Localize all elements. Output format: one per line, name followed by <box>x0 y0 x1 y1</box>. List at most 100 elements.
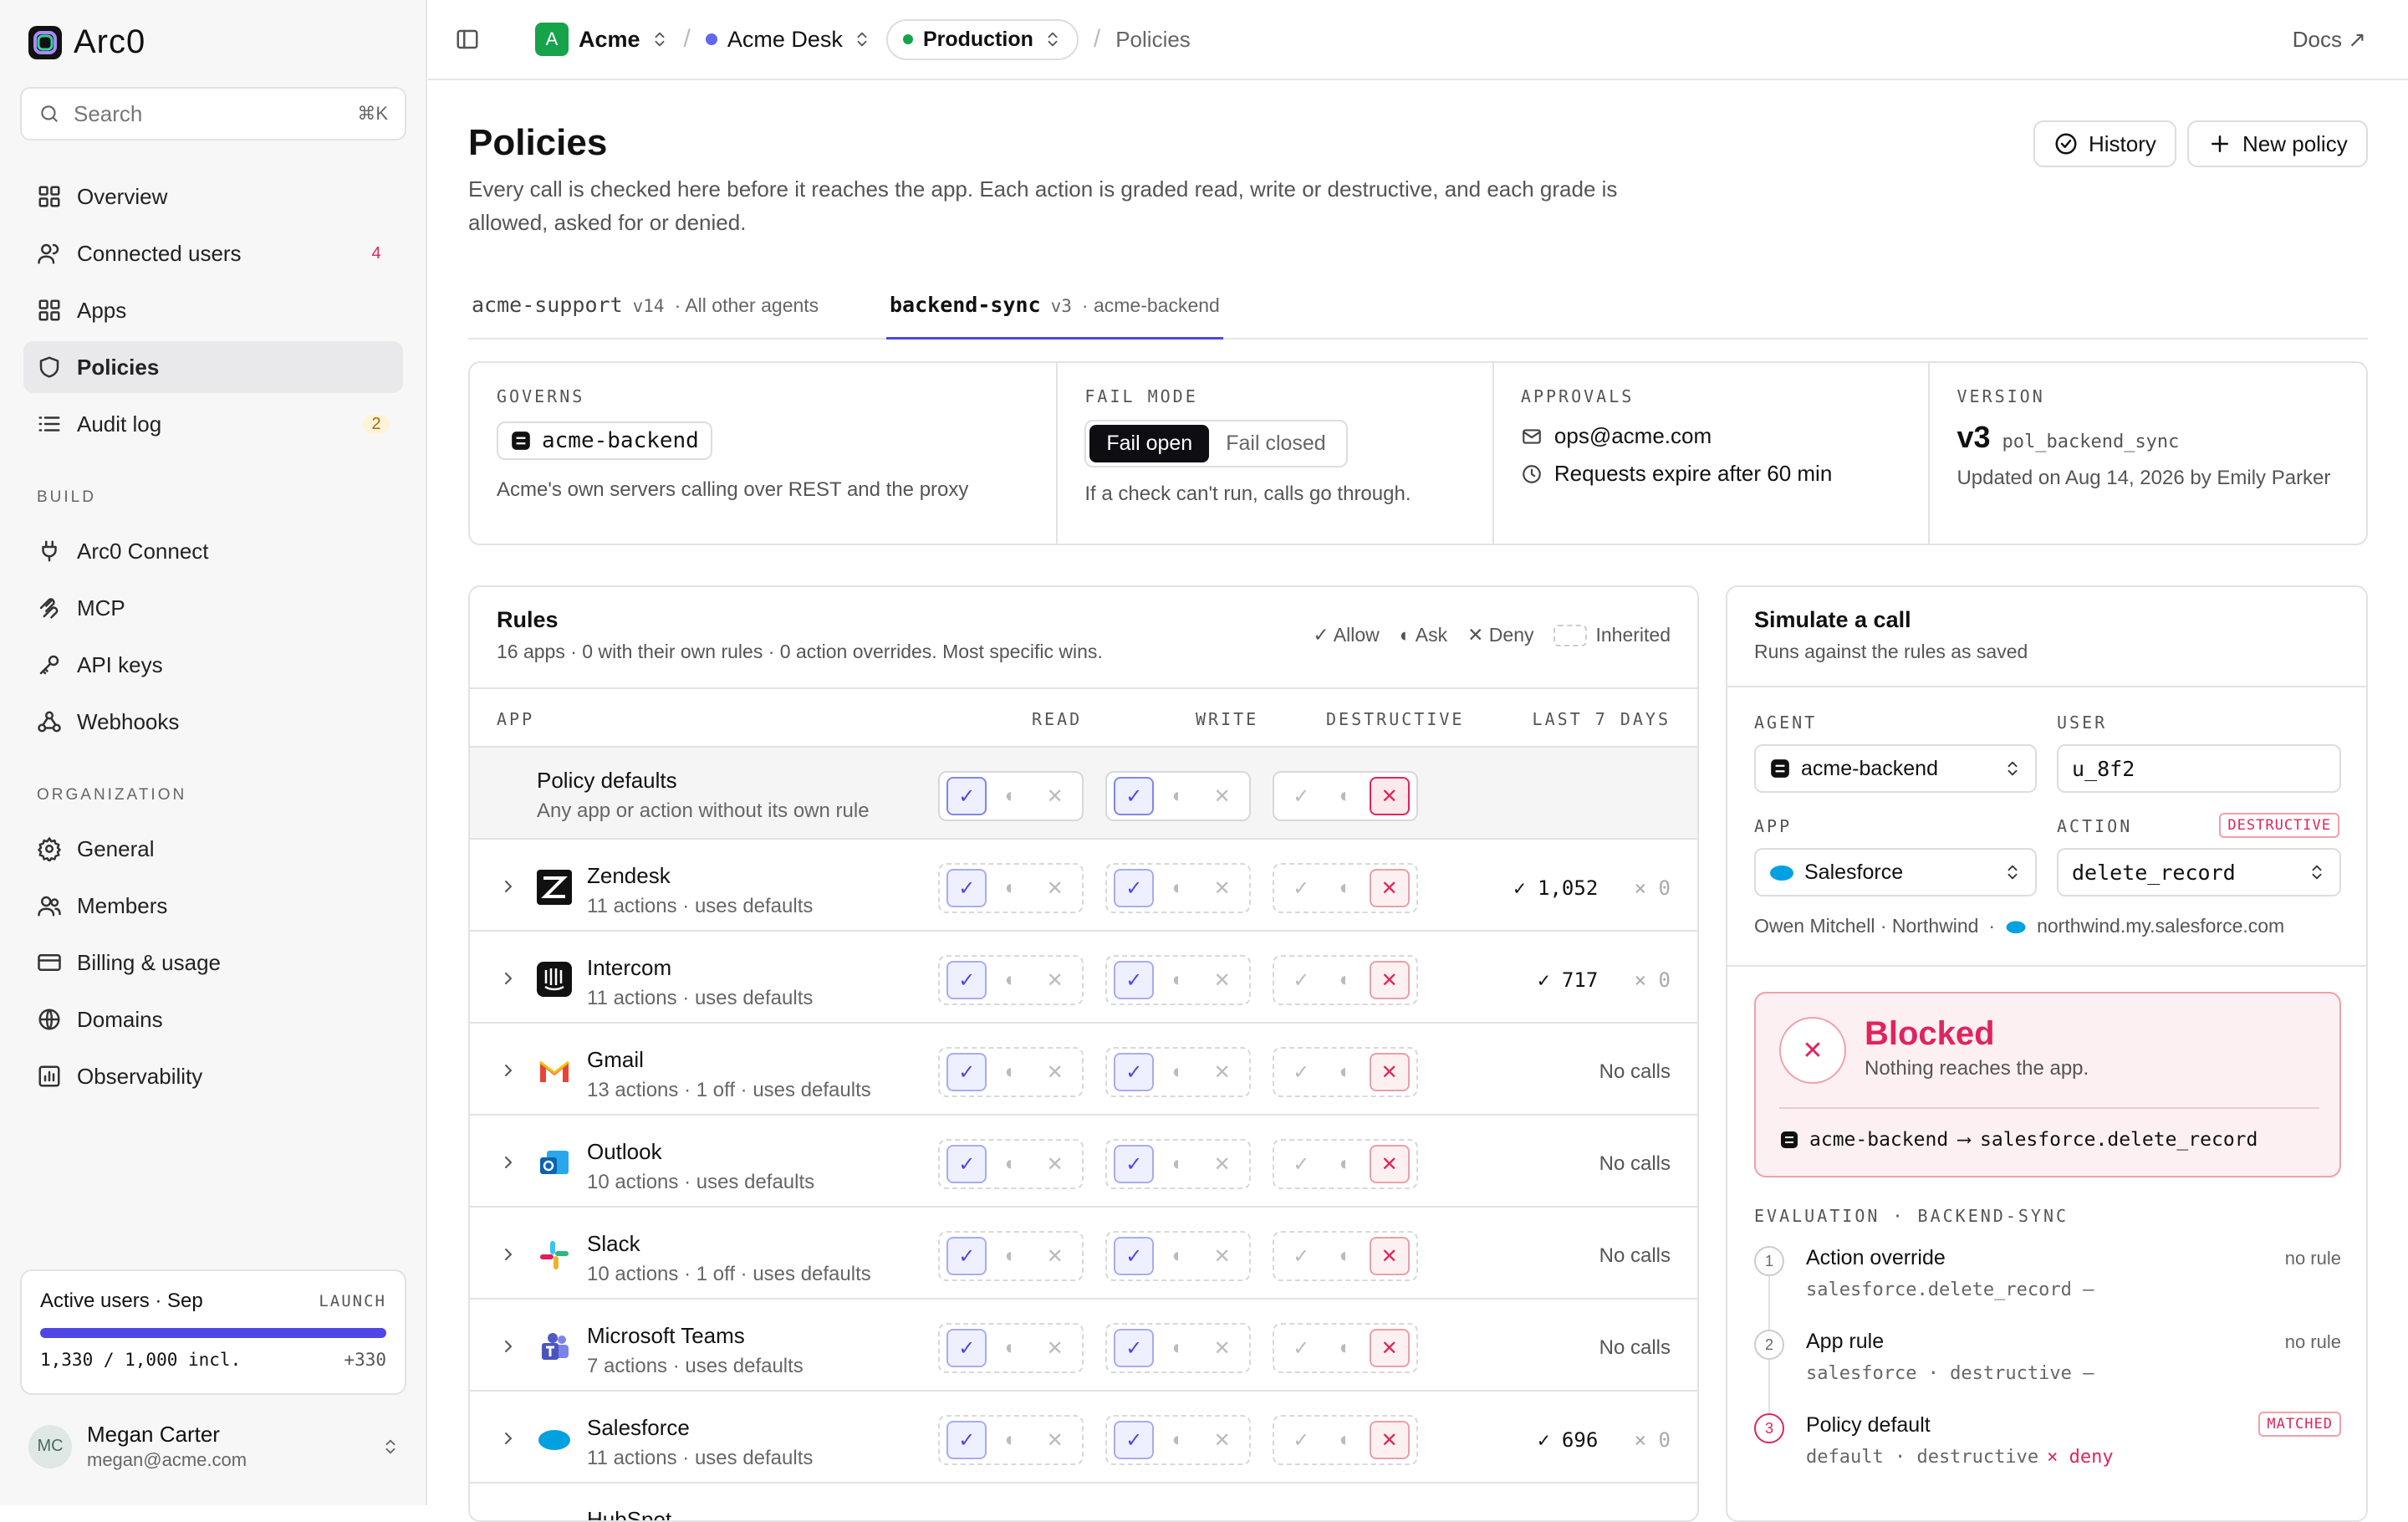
rule-option-allow[interactable]: ✓ <box>946 1421 987 1459</box>
rule-option-deny[interactable]: ✕ <box>1035 961 1075 999</box>
nav-item-arc0-connect[interactable]: Arc0 Connect <box>23 525 403 577</box>
nav-item-billing[interactable]: Billing & usage <box>23 937 403 988</box>
app-rule-row[interactable]: Gmail 13 actions · 1 off · uses defaults ✓… <box>470 1024 1697 1116</box>
rule-option-allow[interactable]: ✓ <box>946 961 987 999</box>
fail-closed-option[interactable]: Fail closed <box>1209 425 1343 462</box>
action-select[interactable]: delete_record <box>2057 848 2341 896</box>
nav-item-apps[interactable]: Apps <box>23 284 403 336</box>
rule-option-allow[interactable]: ✓ <box>946 869 987 907</box>
rule-option-deny[interactable]: ✕ <box>1035 1421 1075 1459</box>
rule-option-deny[interactable]: ✕ <box>1369 1421 1410 1459</box>
rule-option-deny[interactable]: ✕ <box>1202 869 1242 907</box>
app-rule-row[interactable]: HubSpot <box>470 1484 1697 1520</box>
rule-option-allow[interactable]: ✓ <box>946 1237 987 1275</box>
rule-option-deny[interactable]: ✕ <box>1369 961 1410 999</box>
app-rule-row[interactable]: Microsoft Teams 7 actions · uses defaults… <box>470 1300 1697 1392</box>
rule-option-ask[interactable]: ◐ <box>1158 961 1198 999</box>
rule-option-ask[interactable]: ◐ <box>1158 1329 1198 1367</box>
rule-option-ask[interactable]: ◐ <box>1158 1421 1198 1459</box>
user-input[interactable]: u_8f2 <box>2057 744 2341 793</box>
rule-option-allow[interactable]: ✓ <box>946 1145 987 1183</box>
rule-option-allow[interactable]: ✓ <box>1281 961 1321 999</box>
governs-agent-chip[interactable]: acme-backend <box>497 421 712 460</box>
rule-option-allow[interactable]: ✓ <box>1114 1237 1155 1275</box>
rule-option-allow[interactable]: ✓ <box>1114 1145 1155 1183</box>
rule-option-ask[interactable]: ◐ <box>1158 1237 1198 1275</box>
chevron-right-icon[interactable] <box>498 1428 518 1448</box>
rule-option-deny[interactable]: ✕ <box>1035 1329 1075 1367</box>
rule-option-ask[interactable]: ◐ <box>1325 1421 1365 1459</box>
rule-option-allow[interactable]: ✓ <box>1114 1421 1155 1459</box>
rule-option-allow[interactable]: ✓ <box>1114 869 1155 907</box>
tab-backend-sync[interactable]: backend-sync v3 · acme-backend <box>886 293 1223 340</box>
rule-option-deny[interactable]: ✕ <box>1035 777 1075 815</box>
rule-option-deny[interactable]: ✕ <box>1369 777 1410 815</box>
rule-option-ask[interactable]: ◐ <box>1158 869 1198 907</box>
project-switcher[interactable]: Acme Desk <box>705 27 871 53</box>
app-rule-row[interactable]: Intercom 11 actions · uses defaults ✓ ◐ ✕ ✓ ◐ ✕… <box>470 932 1697 1024</box>
rule-option-deny[interactable]: ✕ <box>1035 1145 1075 1183</box>
docs-link[interactable]: Docs ↗ <box>2293 27 2366 53</box>
app-rule-row[interactable]: Slack 10 actions · 1 off · uses defaults ✓… <box>470 1208 1697 1300</box>
rule-option-ask[interactable]: ◐ <box>1325 777 1365 815</box>
rule-option-allow[interactable]: ✓ <box>1281 1329 1321 1367</box>
rule-option-allow[interactable]: ✓ <box>1281 1145 1321 1183</box>
context-domain[interactable]: northwind.my.salesforce.com <box>2037 915 2284 937</box>
rule-option-allow[interactable]: ✓ <box>1281 1421 1321 1459</box>
rule-option-allow[interactable]: ✓ <box>1114 1053 1155 1091</box>
history-button[interactable]: History <box>2033 120 2176 167</box>
rule-option-deny[interactable]: ✕ <box>1035 1053 1075 1091</box>
rule-option-deny[interactable]: ✕ <box>1369 1329 1410 1367</box>
nav-item-overview[interactable]: Overview <box>23 171 403 222</box>
rule-option-allow[interactable]: ✓ <box>1114 1329 1155 1367</box>
rule-option-ask[interactable]: ◐ <box>1325 1329 1365 1367</box>
rule-option-allow[interactable]: ✓ <box>1281 869 1321 907</box>
rule-option-allow[interactable]: ✓ <box>946 1053 987 1091</box>
app-rule-row[interactable]: Salesforce 11 actions · uses defaults ✓ ◐ ✕ ✓… <box>470 1392 1697 1484</box>
user-menu[interactable]: MC Megan Carter megan@acme.com <box>28 1422 400 1471</box>
rule-option-ask[interactable]: ◐ <box>991 961 1031 999</box>
rule-option-deny[interactable]: ✕ <box>1035 1237 1075 1275</box>
environment-switcher[interactable]: Production <box>885 18 1079 60</box>
nav-item-members[interactable]: Members <box>23 880 403 932</box>
rule-option-allow[interactable]: ✓ <box>1281 1053 1321 1091</box>
search-input[interactable]: Search ⌘K <box>20 87 406 140</box>
rule-option-deny[interactable]: ✕ <box>1202 1145 1242 1183</box>
usage-card[interactable]: Active users · Sep LAUNCH 1,330 / 1,000 … <box>20 1269 406 1395</box>
rule-option-deny[interactable]: ✕ <box>1369 1237 1410 1275</box>
rule-option-deny[interactable]: ✕ <box>1369 1145 1410 1183</box>
app-rule-row[interactable]: Outlook 10 actions · uses defaults ✓ ◐ ✕ ✓ ◐ ✕ ✓… <box>470 1116 1697 1208</box>
app-select[interactable]: Salesforce <box>1754 848 2037 896</box>
rule-option-ask[interactable]: ◐ <box>1158 777 1198 815</box>
brand-logo[interactable]: Arc0 <box>27 23 145 61</box>
tab-acme-support[interactable]: acme-support v14 · All other agents <box>472 293 819 340</box>
nav-item-api-keys[interactable]: API keys <box>23 639 403 691</box>
nav-item-audit-log[interactable]: Audit log 2 <box>23 398 403 450</box>
chevron-right-icon[interactable] <box>498 876 518 896</box>
nav-item-webhooks[interactable]: Webhooks <box>23 696 403 748</box>
nav-item-mcp[interactable]: MCP <box>23 582 403 634</box>
fail-open-option[interactable]: Fail open <box>1089 425 1210 462</box>
rule-option-allow[interactable]: ✓ <box>1114 961 1155 999</box>
rule-option-deny[interactable]: ✕ <box>1369 1053 1410 1091</box>
rule-option-deny[interactable]: ✕ <box>1202 1329 1242 1367</box>
rule-option-ask[interactable]: ◐ <box>1325 869 1365 907</box>
rule-option-ask[interactable]: ◐ <box>991 1329 1031 1367</box>
nav-item-general[interactable]: General <box>23 823 403 875</box>
sidebar-toggle-icon[interactable] <box>455 27 480 52</box>
org-switcher[interactable]: A Acme <box>535 23 669 56</box>
rule-option-deny[interactable]: ✕ <box>1202 1053 1242 1091</box>
rule-option-ask[interactable]: ◐ <box>991 869 1031 907</box>
rule-option-deny[interactable]: ✕ <box>1202 777 1242 815</box>
rule-option-allow[interactable]: ✓ <box>946 777 987 815</box>
nav-item-domains[interactable]: Domains <box>23 993 403 1045</box>
chevron-right-icon[interactable] <box>498 1336 518 1356</box>
rule-option-ask[interactable]: ◐ <box>1325 1145 1365 1183</box>
rule-option-allow[interactable]: ✓ <box>946 1329 987 1367</box>
rule-option-ask[interactable]: ◐ <box>1325 1053 1365 1091</box>
rule-option-allow[interactable]: ✓ <box>1114 777 1155 815</box>
rule-option-ask[interactable]: ◐ <box>991 1421 1031 1459</box>
rule-option-deny[interactable]: ✕ <box>1202 961 1242 999</box>
rule-option-deny[interactable]: ✕ <box>1202 1421 1242 1459</box>
rule-option-ask[interactable]: ◐ <box>1325 1237 1365 1275</box>
